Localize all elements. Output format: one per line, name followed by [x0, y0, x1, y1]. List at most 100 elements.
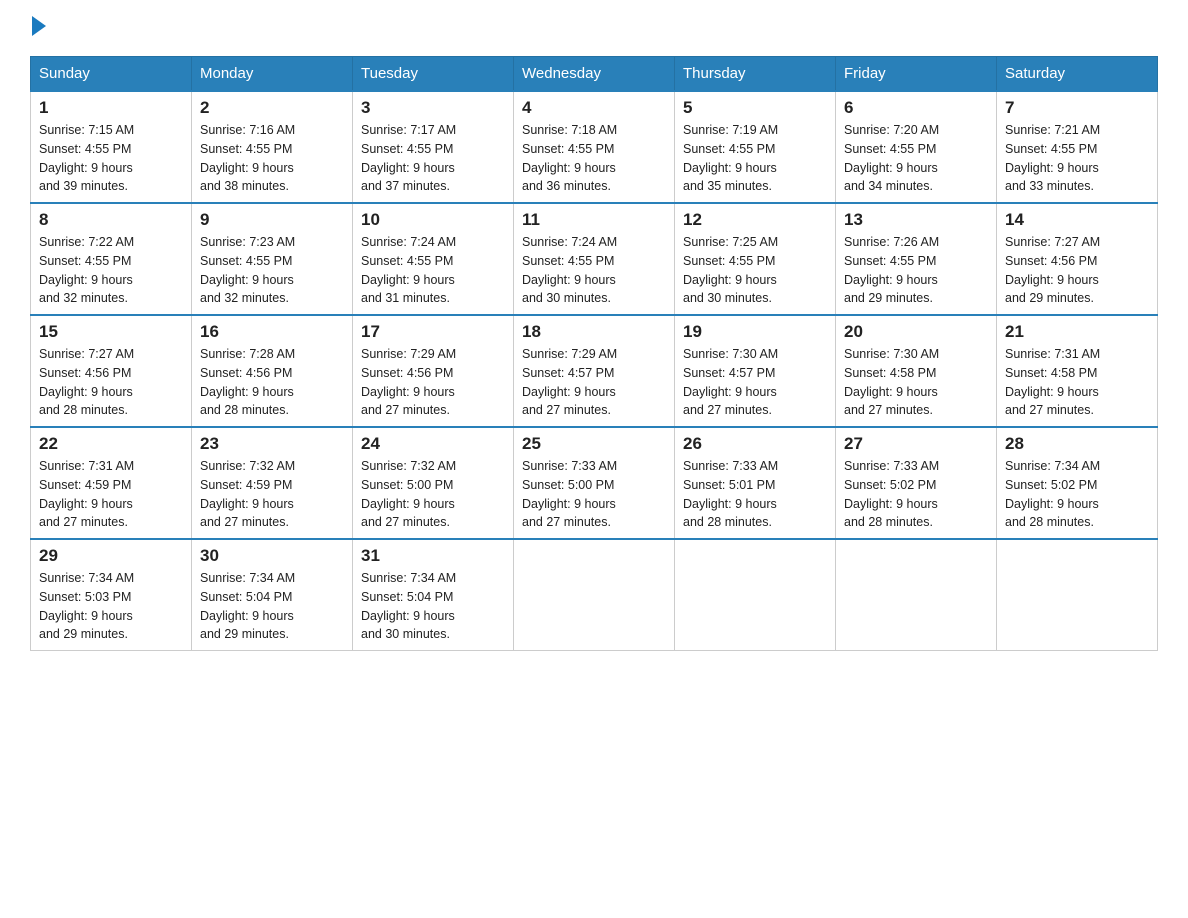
weekday-header-row: SundayMondayTuesdayWednesdayThursdayFrid… [31, 57, 1158, 92]
calendar-week-4: 22 Sunrise: 7:31 AM Sunset: 4:59 PM Dayl… [31, 427, 1158, 539]
day-info: Sunrise: 7:28 AM Sunset: 4:56 PM Dayligh… [200, 345, 344, 420]
day-info: Sunrise: 7:34 AM Sunset: 5:03 PM Dayligh… [39, 569, 183, 644]
day-info: Sunrise: 7:25 AM Sunset: 4:55 PM Dayligh… [683, 233, 827, 308]
day-number: 30 [200, 546, 344, 566]
calendar-cell [997, 539, 1158, 651]
calendar-cell: 21 Sunrise: 7:31 AM Sunset: 4:58 PM Dayl… [997, 315, 1158, 427]
calendar-cell: 8 Sunrise: 7:22 AM Sunset: 4:55 PM Dayli… [31, 203, 192, 315]
calendar-cell: 22 Sunrise: 7:31 AM Sunset: 4:59 PM Dayl… [31, 427, 192, 539]
day-info: Sunrise: 7:31 AM Sunset: 4:59 PM Dayligh… [39, 457, 183, 532]
calendar-cell: 14 Sunrise: 7:27 AM Sunset: 4:56 PM Dayl… [997, 203, 1158, 315]
day-info: Sunrise: 7:33 AM Sunset: 5:00 PM Dayligh… [522, 457, 666, 532]
day-number: 23 [200, 434, 344, 454]
day-info: Sunrise: 7:32 AM Sunset: 4:59 PM Dayligh… [200, 457, 344, 532]
calendar-cell: 3 Sunrise: 7:17 AM Sunset: 4:55 PM Dayli… [353, 91, 514, 203]
day-number: 25 [522, 434, 666, 454]
calendar-cell: 5 Sunrise: 7:19 AM Sunset: 4:55 PM Dayli… [675, 91, 836, 203]
day-info: Sunrise: 7:24 AM Sunset: 4:55 PM Dayligh… [522, 233, 666, 308]
weekday-header-sunday: Sunday [31, 57, 192, 92]
day-number: 22 [39, 434, 183, 454]
day-number: 21 [1005, 322, 1149, 342]
day-number: 16 [200, 322, 344, 342]
calendar-cell: 25 Sunrise: 7:33 AM Sunset: 5:00 PM Dayl… [514, 427, 675, 539]
day-info: Sunrise: 7:18 AM Sunset: 4:55 PM Dayligh… [522, 121, 666, 196]
calendar-cell: 28 Sunrise: 7:34 AM Sunset: 5:02 PM Dayl… [997, 427, 1158, 539]
day-info: Sunrise: 7:21 AM Sunset: 4:55 PM Dayligh… [1005, 121, 1149, 196]
day-info: Sunrise: 7:34 AM Sunset: 5:04 PM Dayligh… [361, 569, 505, 644]
day-number: 15 [39, 322, 183, 342]
calendar-cell: 11 Sunrise: 7:24 AM Sunset: 4:55 PM Dayl… [514, 203, 675, 315]
calendar-cell: 31 Sunrise: 7:34 AM Sunset: 5:04 PM Dayl… [353, 539, 514, 651]
day-info: Sunrise: 7:27 AM Sunset: 4:56 PM Dayligh… [39, 345, 183, 420]
day-number: 10 [361, 210, 505, 230]
weekday-header-friday: Friday [836, 57, 997, 92]
day-info: Sunrise: 7:34 AM Sunset: 5:04 PM Dayligh… [200, 569, 344, 644]
day-info: Sunrise: 7:32 AM Sunset: 5:00 PM Dayligh… [361, 457, 505, 532]
calendar-cell: 19 Sunrise: 7:30 AM Sunset: 4:57 PM Dayl… [675, 315, 836, 427]
calendar-week-2: 8 Sunrise: 7:22 AM Sunset: 4:55 PM Dayli… [31, 203, 1158, 315]
calendar-cell: 30 Sunrise: 7:34 AM Sunset: 5:04 PM Dayl… [192, 539, 353, 651]
day-info: Sunrise: 7:29 AM Sunset: 4:56 PM Dayligh… [361, 345, 505, 420]
day-number: 19 [683, 322, 827, 342]
day-number: 2 [200, 98, 344, 118]
day-number: 8 [39, 210, 183, 230]
calendar-cell: 7 Sunrise: 7:21 AM Sunset: 4:55 PM Dayli… [997, 91, 1158, 203]
day-info: Sunrise: 7:20 AM Sunset: 4:55 PM Dayligh… [844, 121, 988, 196]
weekday-header-saturday: Saturday [997, 57, 1158, 92]
calendar-cell: 17 Sunrise: 7:29 AM Sunset: 4:56 PM Dayl… [353, 315, 514, 427]
day-number: 11 [522, 210, 666, 230]
day-info: Sunrise: 7:24 AM Sunset: 4:55 PM Dayligh… [361, 233, 505, 308]
calendar-cell: 2 Sunrise: 7:16 AM Sunset: 4:55 PM Dayli… [192, 91, 353, 203]
day-number: 20 [844, 322, 988, 342]
day-info: Sunrise: 7:31 AM Sunset: 4:58 PM Dayligh… [1005, 345, 1149, 420]
calendar-table: SundayMondayTuesdayWednesdayThursdayFrid… [30, 56, 1158, 651]
calendar-week-5: 29 Sunrise: 7:34 AM Sunset: 5:03 PM Dayl… [31, 539, 1158, 651]
calendar-cell: 15 Sunrise: 7:27 AM Sunset: 4:56 PM Dayl… [31, 315, 192, 427]
logo [30, 20, 46, 36]
calendar-cell: 29 Sunrise: 7:34 AM Sunset: 5:03 PM Dayl… [31, 539, 192, 651]
calendar-cell: 23 Sunrise: 7:32 AM Sunset: 4:59 PM Dayl… [192, 427, 353, 539]
day-number: 12 [683, 210, 827, 230]
day-number: 31 [361, 546, 505, 566]
calendar-cell: 6 Sunrise: 7:20 AM Sunset: 4:55 PM Dayli… [836, 91, 997, 203]
calendar-cell: 1 Sunrise: 7:15 AM Sunset: 4:55 PM Dayli… [31, 91, 192, 203]
day-info: Sunrise: 7:30 AM Sunset: 4:57 PM Dayligh… [683, 345, 827, 420]
calendar-cell: 18 Sunrise: 7:29 AM Sunset: 4:57 PM Dayl… [514, 315, 675, 427]
calendar-cell: 10 Sunrise: 7:24 AM Sunset: 4:55 PM Dayl… [353, 203, 514, 315]
day-number: 3 [361, 98, 505, 118]
calendar-cell: 26 Sunrise: 7:33 AM Sunset: 5:01 PM Dayl… [675, 427, 836, 539]
calendar-cell: 27 Sunrise: 7:33 AM Sunset: 5:02 PM Dayl… [836, 427, 997, 539]
page-header [30, 20, 1158, 36]
day-number: 27 [844, 434, 988, 454]
day-number: 29 [39, 546, 183, 566]
weekday-header-wednesday: Wednesday [514, 57, 675, 92]
day-info: Sunrise: 7:30 AM Sunset: 4:58 PM Dayligh… [844, 345, 988, 420]
day-info: Sunrise: 7:26 AM Sunset: 4:55 PM Dayligh… [844, 233, 988, 308]
day-info: Sunrise: 7:19 AM Sunset: 4:55 PM Dayligh… [683, 121, 827, 196]
day-number: 17 [361, 322, 505, 342]
calendar-cell: 16 Sunrise: 7:28 AM Sunset: 4:56 PM Dayl… [192, 315, 353, 427]
day-number: 18 [522, 322, 666, 342]
day-number: 13 [844, 210, 988, 230]
day-info: Sunrise: 7:23 AM Sunset: 4:55 PM Dayligh… [200, 233, 344, 308]
day-number: 6 [844, 98, 988, 118]
day-info: Sunrise: 7:22 AM Sunset: 4:55 PM Dayligh… [39, 233, 183, 308]
day-info: Sunrise: 7:15 AM Sunset: 4:55 PM Dayligh… [39, 121, 183, 196]
day-info: Sunrise: 7:27 AM Sunset: 4:56 PM Dayligh… [1005, 233, 1149, 308]
weekday-header-tuesday: Tuesday [353, 57, 514, 92]
weekday-header-thursday: Thursday [675, 57, 836, 92]
day-number: 26 [683, 434, 827, 454]
day-info: Sunrise: 7:34 AM Sunset: 5:02 PM Dayligh… [1005, 457, 1149, 532]
day-number: 24 [361, 434, 505, 454]
calendar-cell: 13 Sunrise: 7:26 AM Sunset: 4:55 PM Dayl… [836, 203, 997, 315]
calendar-cell [836, 539, 997, 651]
weekday-header-monday: Monday [192, 57, 353, 92]
day-number: 14 [1005, 210, 1149, 230]
calendar-week-1: 1 Sunrise: 7:15 AM Sunset: 4:55 PM Dayli… [31, 91, 1158, 203]
calendar-cell: 9 Sunrise: 7:23 AM Sunset: 4:55 PM Dayli… [192, 203, 353, 315]
calendar-cell: 24 Sunrise: 7:32 AM Sunset: 5:00 PM Dayl… [353, 427, 514, 539]
day-number: 4 [522, 98, 666, 118]
logo-arrow-icon [32, 16, 46, 36]
day-info: Sunrise: 7:33 AM Sunset: 5:01 PM Dayligh… [683, 457, 827, 532]
calendar-cell [675, 539, 836, 651]
